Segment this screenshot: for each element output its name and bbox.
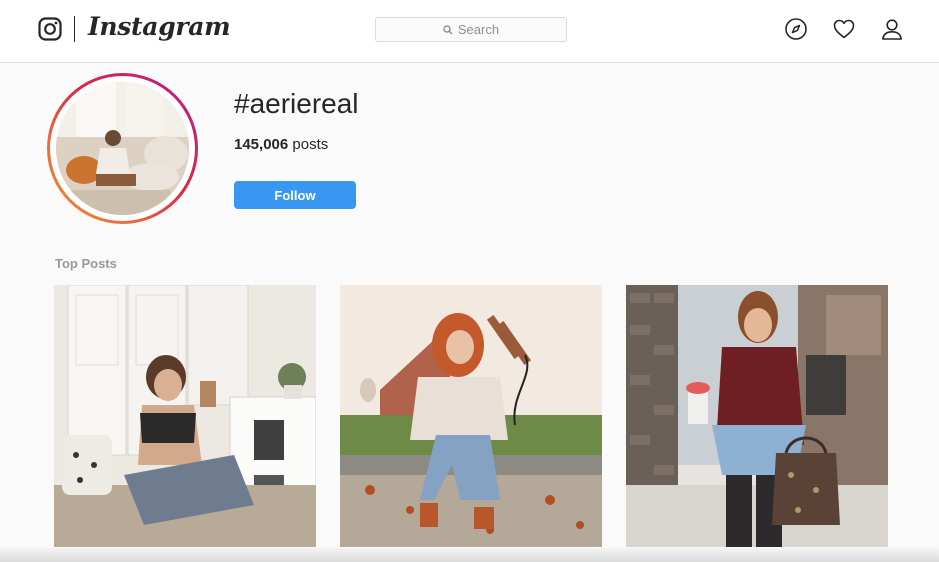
follow-button[interactable]: Follow [234, 181, 356, 209]
top-posts-heading: Top Posts [55, 256, 117, 271]
logo-divider [74, 16, 75, 42]
explore-compass-icon[interactable] [784, 17, 808, 41]
hashtag-avatar-ring[interactable] [47, 73, 198, 224]
search-placeholder: Search [457, 22, 500, 37]
page-fold-shadow [0, 548, 939, 562]
top-post-1-image [54, 285, 316, 547]
top-post-3[interactable] [626, 285, 888, 547]
hashtag-avatar-image [56, 82, 189, 215]
instagram-glyph-icon[interactable] [38, 17, 62, 41]
profile-icon[interactable] [880, 17, 904, 41]
posts-count-number: 145,006 [234, 136, 289, 153]
instagram-wordmark-logo[interactable]: Instagram [88, 12, 231, 41]
top-navigation-bar: Instagram Search [0, 0, 939, 63]
top-post-2[interactable] [340, 285, 602, 547]
top-post-1[interactable] [54, 285, 316, 547]
posts-count: 145,006 posts [234, 136, 328, 153]
search-input[interactable]: Search [375, 17, 567, 42]
hashtag-title: #aeriereal [234, 88, 359, 119]
top-post-2-image [340, 285, 602, 547]
activity-heart-icon[interactable] [832, 17, 856, 41]
top-post-3-image [626, 285, 888, 547]
posts-count-label: posts [292, 136, 329, 153]
search-icon [443, 24, 453, 34]
